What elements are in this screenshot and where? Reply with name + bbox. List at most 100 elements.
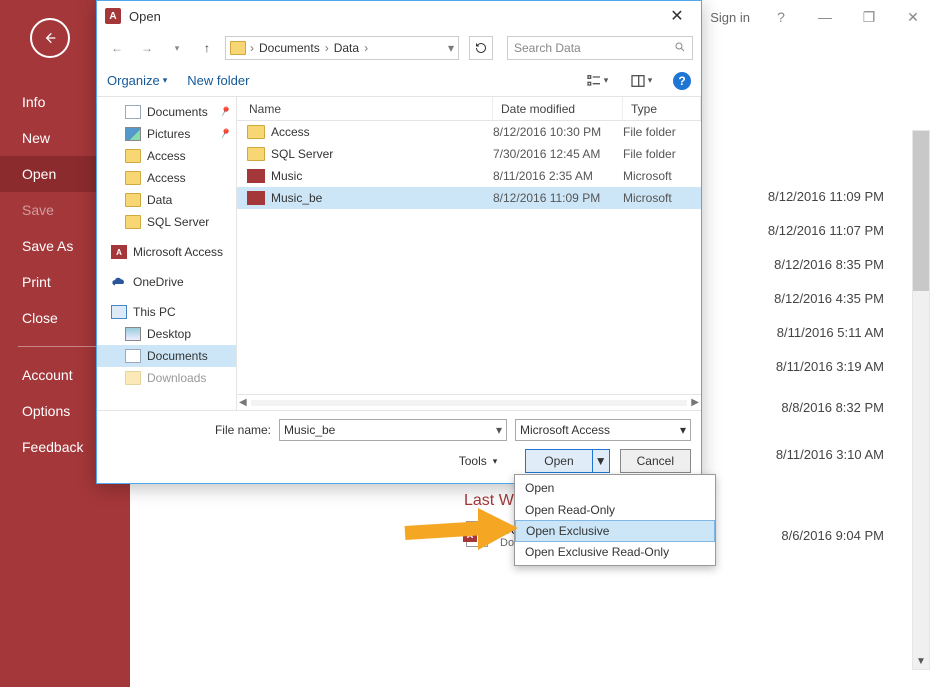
help-icon[interactable]: ? bbox=[673, 72, 691, 90]
chevron-right-icon[interactable]: › bbox=[364, 41, 368, 55]
column-name[interactable]: Name bbox=[237, 97, 493, 120]
cancel-button[interactable]: Cancel bbox=[620, 449, 691, 473]
new-folder-button[interactable]: New folder bbox=[187, 73, 249, 88]
tree-item[interactable]: Pictures📍 bbox=[97, 123, 236, 145]
tree-item-label: Downloads bbox=[147, 371, 206, 385]
hscroll-track[interactable] bbox=[251, 400, 688, 406]
view-mode-button[interactable]: ▾ bbox=[585, 71, 609, 91]
tree-item[interactable]: Access bbox=[97, 145, 236, 167]
recent-date: 8/12/2016 11:09 PM bbox=[724, 189, 884, 204]
pin-icon: 📍 bbox=[216, 104, 232, 120]
back-button[interactable] bbox=[30, 18, 70, 58]
file-type: Microsoft bbox=[623, 169, 701, 183]
folder-icon bbox=[247, 125, 265, 139]
tree-item[interactable]: AMicrosoft Access bbox=[97, 241, 236, 263]
filename-input[interactable]: Music_be ▾ bbox=[279, 419, 507, 441]
recent-date: 8/11/2016 5:11 AM bbox=[724, 325, 884, 340]
tree-item-label: Access bbox=[147, 171, 186, 185]
address-bar[interactable]: › Documents › Data › ▾ bbox=[225, 36, 459, 60]
tree-item[interactable]: Desktop bbox=[97, 323, 236, 345]
search-placeholder: Search Data bbox=[514, 41, 581, 55]
tree-item[interactable]: Downloads bbox=[97, 367, 236, 389]
open-dropdown-arrow[interactable]: ▼ bbox=[593, 450, 609, 472]
breadcrumb-seg[interactable]: Documents bbox=[256, 41, 323, 55]
onedrive-icon bbox=[111, 277, 127, 287]
folder-icon bbox=[125, 149, 141, 163]
open-mode-item[interactable]: Open Exclusive Read-Only bbox=[515, 541, 715, 563]
recent-date: 8/12/2016 11:07 PM bbox=[724, 223, 884, 238]
filename-dropdown[interactable]: ▾ bbox=[496, 423, 502, 437]
open-mode-item[interactable]: Open Exclusive bbox=[515, 520, 715, 542]
nav-up-button[interactable]: ↑ bbox=[195, 36, 219, 60]
file-type: File folder bbox=[623, 147, 701, 161]
file-row[interactable]: Access8/12/2016 10:30 PMFile folder bbox=[237, 121, 701, 143]
hscroll-left[interactable]: ◀ bbox=[239, 397, 247, 408]
organize-menu[interactable]: Organize▾ bbox=[107, 73, 167, 88]
nav-back-button[interactable]: ← bbox=[105, 36, 129, 60]
sign-in-link[interactable]: Sign in bbox=[710, 10, 750, 25]
doc-icon bbox=[125, 349, 141, 363]
open-mode-item[interactable]: Open bbox=[515, 477, 715, 499]
dialog-title: Open bbox=[129, 9, 161, 24]
nav-tree: Documents📍Pictures📍AccessAccessDataSQL S… bbox=[97, 97, 237, 410]
restore-button[interactable]: ❐ bbox=[850, 5, 888, 29]
tree-item[interactable]: SQL Server bbox=[97, 211, 236, 233]
column-type[interactable]: Type bbox=[623, 97, 701, 120]
tree-item[interactable]: Data bbox=[97, 189, 236, 211]
file-row[interactable]: Music8/11/2016 2:35 AMMicrosoft bbox=[237, 165, 701, 187]
hscroll-right[interactable]: ▶ bbox=[691, 397, 699, 408]
access-icon: A bbox=[111, 245, 127, 259]
folder-icon bbox=[247, 147, 265, 161]
tree-item-label: This PC bbox=[133, 305, 176, 319]
open-split-button[interactable]: Open ▼ bbox=[525, 449, 609, 473]
tree-item[interactable]: OneDrive bbox=[97, 271, 236, 293]
search-icon bbox=[674, 41, 686, 56]
chevron-right-icon[interactable]: › bbox=[250, 41, 254, 55]
recent-date: 8/11/2016 3:19 AM bbox=[724, 359, 884, 374]
folder-icon bbox=[230, 41, 246, 55]
refresh-button[interactable] bbox=[469, 36, 493, 60]
tree-item-label: Documents bbox=[147, 105, 208, 119]
file-date: 8/12/2016 10:30 PM bbox=[493, 125, 623, 139]
tools-menu[interactable]: Tools▾ bbox=[459, 454, 498, 468]
open-button[interactable]: Open bbox=[526, 450, 592, 472]
access-file-icon bbox=[247, 169, 265, 183]
desk-icon bbox=[125, 327, 141, 341]
address-dropdown[interactable]: ▾ bbox=[448, 41, 454, 55]
file-type-filter[interactable]: Microsoft Access ▾ bbox=[515, 419, 691, 441]
minimize-button[interactable]: — bbox=[806, 5, 844, 29]
recent-date: 8/6/2016 9:04 PM bbox=[724, 528, 884, 543]
tree-item[interactable]: Documents 📍 bbox=[97, 101, 236, 123]
folder-icon bbox=[125, 171, 141, 185]
tree-item-label: OneDrive bbox=[133, 275, 184, 289]
preview-pane-button[interactable]: ▾ bbox=[629, 71, 653, 91]
close-window-button[interactable]: ✕ bbox=[894, 5, 932, 29]
search-input[interactable]: Search Data bbox=[507, 36, 693, 60]
open-mode-menu: OpenOpen Read-OnlyOpen ExclusiveOpen Exc… bbox=[514, 474, 716, 566]
folder-icon bbox=[125, 371, 141, 385]
file-date: 7/30/2016 12:45 AM bbox=[493, 147, 623, 161]
column-date[interactable]: Date modified bbox=[493, 97, 623, 120]
file-date: 8/11/2016 2:35 AM bbox=[493, 169, 623, 183]
file-name: Music_be bbox=[271, 191, 493, 205]
file-list: Name Date modified Type Access8/12/2016 … bbox=[237, 97, 701, 410]
scroll-down-arrow[interactable]: ▼ bbox=[913, 653, 929, 669]
nav-forward-button[interactable]: → bbox=[135, 36, 159, 60]
tree-item-label: Documents bbox=[147, 349, 208, 363]
recent-date: 8/8/2016 8:32 PM bbox=[724, 400, 884, 415]
recent-scrollbar[interactable]: ▲ ▼ bbox=[912, 130, 930, 670]
file-type: File folder bbox=[623, 125, 701, 139]
open-mode-item[interactable]: Open Read-Only bbox=[515, 499, 715, 521]
scroll-thumb[interactable] bbox=[913, 131, 929, 291]
file-row[interactable]: Music_be8/12/2016 11:09 PMMicrosoft bbox=[237, 187, 701, 209]
breadcrumb-seg[interactable]: Data bbox=[331, 41, 362, 55]
tree-item[interactable]: Access bbox=[97, 167, 236, 189]
file-row[interactable]: SQL Server7/30/2016 12:45 AMFile folder bbox=[237, 143, 701, 165]
tree-item[interactable]: This PC bbox=[97, 301, 236, 323]
nav-recent-dropdown[interactable]: ▾ bbox=[165, 36, 189, 60]
dialog-close-button[interactable]: ✕ bbox=[661, 4, 693, 28]
chevron-right-icon[interactable]: › bbox=[325, 41, 329, 55]
help-button[interactable]: ? bbox=[762, 5, 800, 29]
access-file-icon bbox=[247, 191, 265, 205]
tree-item[interactable]: Documents bbox=[97, 345, 236, 367]
